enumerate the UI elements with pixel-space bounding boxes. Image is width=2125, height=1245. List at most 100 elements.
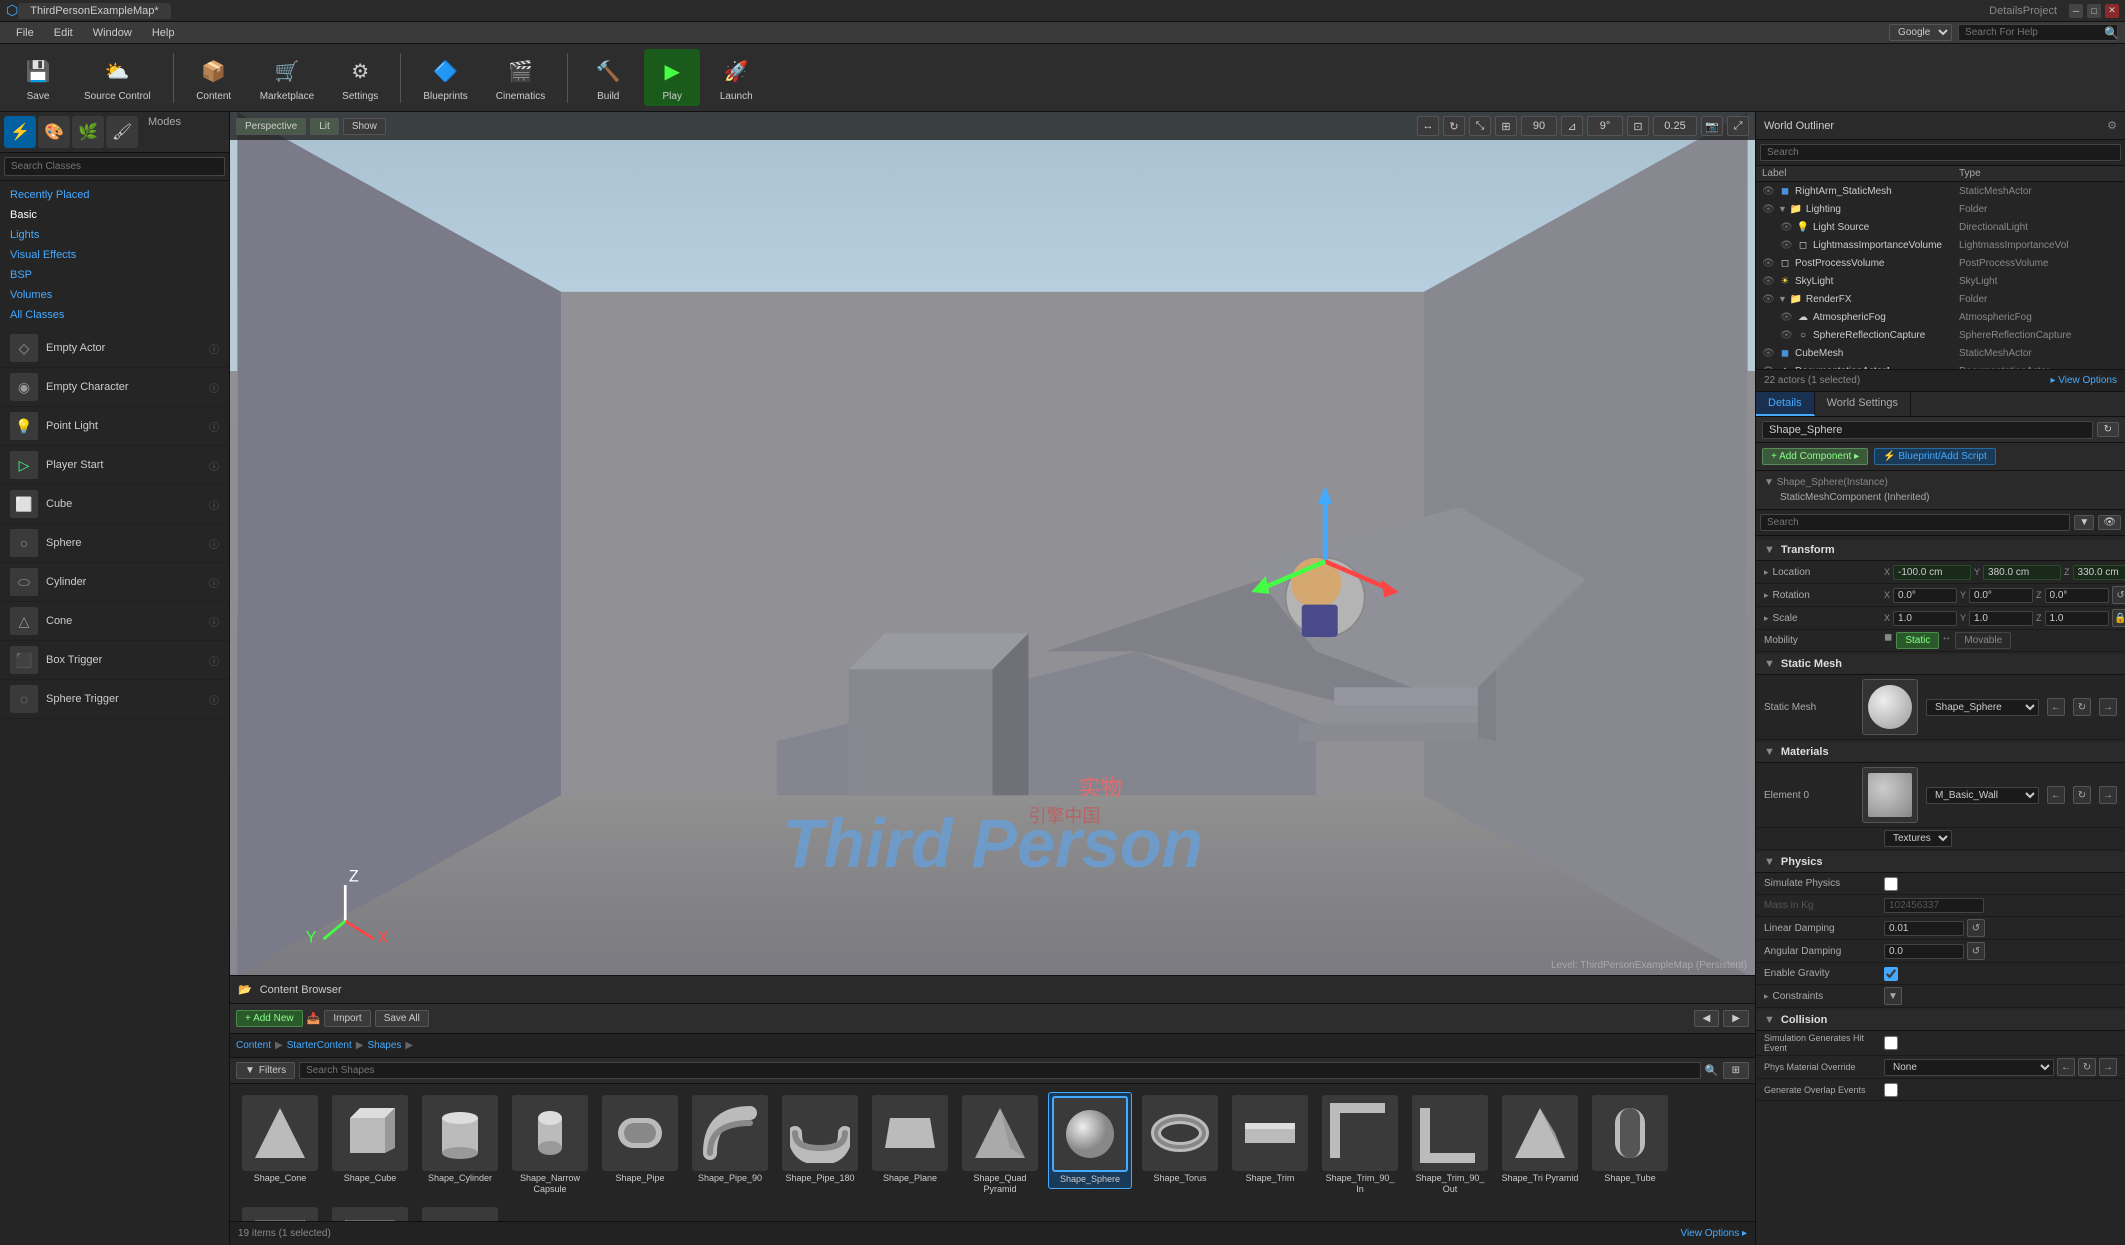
asset-item[interactable]: Shape_Trim_90_ In	[1318, 1092, 1402, 1198]
asset-item[interactable]: Shape_Quad Pyramid	[958, 1092, 1042, 1198]
bc-shapes[interactable]: Shapes	[367, 1040, 401, 1051]
outliner-item[interactable]: 👁 ☁ AtmosphericFog AtmosphericFog	[1756, 308, 2125, 326]
list-item[interactable]: ⬛ Box Trigger ⓘ	[0, 641, 229, 680]
maximize-btn[interactable]: □	[2087, 4, 2101, 18]
angular-damping-reset[interactable]: ↺	[1967, 942, 1985, 960]
category-lights[interactable]: Lights	[0, 225, 229, 245]
show-btn[interactable]: Show	[343, 118, 386, 135]
textures-dropdown[interactable]: Textures	[1884, 830, 1952, 847]
outliner-settings-icon[interactable]: ⚙	[2107, 119, 2117, 132]
details-search-input[interactable]	[1760, 514, 2070, 531]
google-dropdown[interactable]: Google	[1889, 24, 1952, 41]
outliner-item[interactable]: 👁 💡 Light Source DirectionalLight	[1756, 218, 2125, 236]
info-icon[interactable]: ⓘ	[209, 341, 219, 356]
asset-item[interactable]: Shape_Trim_90_ Out	[1408, 1092, 1492, 1198]
vp-scale-snap[interactable]: ⊡	[1627, 116, 1649, 136]
mesh-browse-btn[interactable]: ←	[2047, 698, 2065, 716]
enable-gravity-checkbox[interactable]	[1884, 967, 1898, 981]
outliner-search-input[interactable]	[1760, 144, 2121, 161]
bc-starter-content[interactable]: StarterContent	[287, 1040, 352, 1051]
cinematics-button[interactable]: 🎬 Cinematics	[486, 49, 555, 106]
info-icon[interactable]: ⓘ	[209, 692, 219, 707]
blueprints-button[interactable]: 🔷 Blueprints	[413, 49, 477, 106]
scene-view[interactable]: Z X Y Third Person 实物 引擎中国 Level: ThirdP…	[230, 112, 1755, 975]
vp-translate-icon[interactable]: ↔	[1417, 116, 1439, 136]
list-item[interactable]: △ Cone ⓘ	[0, 602, 229, 641]
vp-grid-icon[interactable]: ⊞	[1495, 116, 1517, 136]
info-icon[interactable]: ⓘ	[209, 419, 219, 434]
asset-item[interactable]: Shape_Cube	[328, 1092, 412, 1187]
outliner-item[interactable]: 👁 ◼ CubeMesh StaticMeshActor	[1756, 344, 2125, 362]
object-name-input[interactable]	[1762, 421, 2093, 439]
info-icon[interactable]: ⓘ	[209, 536, 219, 551]
asset-item[interactable]: Shape_Pipe_90	[688, 1092, 772, 1187]
sim-hit-checkbox[interactable]	[1884, 1036, 1898, 1050]
outliner-view-options[interactable]: ▸ View Options	[2050, 375, 2117, 386]
category-basic[interactable]: Basic	[0, 205, 229, 225]
tab-details[interactable]: Details	[1756, 392, 1815, 416]
expand-icon[interactable]: ▼	[1778, 294, 1787, 304]
viewport[interactable]: Perspective Lit Show ↔ ↻ ⤡ ⊞ 90 ⊿ 9° ⊡ 0…	[230, 112, 1755, 975]
outliner-item[interactable]: 👁 ◻ PostProcessVolume PostProcessVolume	[1756, 254, 2125, 272]
info-icon[interactable]: ⓘ	[209, 653, 219, 668]
lit-btn[interactable]: Lit	[310, 118, 339, 135]
outliner-item[interactable]: 👁 ◇ DocumentationActor1 DocumentationAct…	[1756, 362, 2125, 369]
mode-brush[interactable]: 🖌	[106, 116, 138, 148]
linear-damping-reset[interactable]: ↺	[1967, 919, 1985, 937]
list-item[interactable]: ○ Sphere ⓘ	[0, 524, 229, 563]
asset-item[interactable]: Shape_Tube	[1588, 1092, 1672, 1187]
menu-edit[interactable]: Edit	[44, 25, 83, 41]
component-root[interactable]: ▼ Shape_Sphere(Instance)	[1764, 475, 2117, 490]
menu-help[interactable]: Help	[142, 25, 185, 41]
category-visual-effects[interactable]: Visual Effects	[0, 245, 229, 265]
list-item[interactable]: ⬜ Cube ⓘ	[0, 485, 229, 524]
outliner-item[interactable]: 👁 ◻ LightmassImportanceVolume LightmassI…	[1756, 236, 2125, 254]
vp-scale-icon[interactable]: ⤡	[1469, 116, 1491, 136]
vp-scale-val[interactable]: 0.25	[1653, 116, 1697, 136]
physics-header[interactable]: ▼ Physics	[1756, 852, 2125, 873]
location-x-input[interactable]	[1893, 565, 1971, 580]
asset-item[interactable]: Shape_Wide Capsule	[418, 1204, 502, 1221]
mesh-nav-btn[interactable]: →	[2099, 698, 2117, 716]
minimize-btn[interactable]: ─	[2069, 4, 2083, 18]
expand-icon[interactable]: ▼	[1778, 204, 1787, 214]
mesh-use-btn[interactable]: ↻	[2073, 698, 2091, 716]
category-volumes[interactable]: Volumes	[0, 285, 229, 305]
bc-content[interactable]: Content	[236, 1040, 271, 1051]
outliner-item[interactable]: 👁 ○ SphereReflectionCapture SphereReflec…	[1756, 326, 2125, 344]
scale-x-input[interactable]	[1893, 611, 1957, 626]
location-y-input[interactable]	[1983, 565, 2061, 580]
asset-item[interactable]: Shape_Cone	[238, 1092, 322, 1187]
asset-item[interactable]: Shape_Sphere	[1048, 1092, 1132, 1189]
vp-camera-icon[interactable]: 📷	[1701, 116, 1723, 136]
asset-item[interactable]: Shape_Plane	[868, 1092, 952, 1187]
vp-angle-val[interactable]: 9°	[1587, 116, 1623, 136]
scale-z-input[interactable]	[2045, 611, 2109, 626]
filters-button[interactable]: ▼ Filters	[236, 1062, 295, 1079]
source-control-button[interactable]: ⛅ Source Control	[74, 49, 161, 106]
content-button[interactable]: 📦 Content	[186, 49, 242, 106]
outliner-item[interactable]: 👁 ▼ 📁 Lighting Folder	[1756, 200, 2125, 218]
perspective-btn[interactable]: Perspective	[236, 118, 306, 135]
cb-view-options[interactable]: View Options ▸	[1680, 1228, 1747, 1239]
category-bsp[interactable]: BSP	[0, 265, 229, 285]
material-select[interactable]: M_Basic_Wall	[1926, 787, 2039, 804]
mat-nav-btn[interactable]: →	[2099, 786, 2117, 804]
info-icon[interactable]: ⓘ	[209, 380, 219, 395]
asset-item[interactable]: Shape_Pipe	[598, 1092, 682, 1187]
vp-maximize-icon[interactable]: ⤢	[1727, 116, 1749, 136]
title-tab[interactable]: ThirdPersonExampleMap*	[18, 3, 170, 19]
search-classes-input[interactable]	[4, 157, 225, 176]
save-button[interactable]: 💾 Save	[10, 49, 66, 106]
mode-paint[interactable]: 🎨	[38, 116, 70, 148]
outliner-item[interactable]: 👁 ☀ SkyLight SkyLight	[1756, 272, 2125, 290]
list-item[interactable]: ◇ Empty Actor ⓘ	[0, 329, 229, 368]
help-search-icon[interactable]: 🔍	[2104, 26, 2119, 40]
simulate-physics-checkbox[interactable]	[1884, 877, 1898, 891]
movable-btn[interactable]: Movable	[1955, 632, 2011, 649]
save-all-button[interactable]: Save All	[375, 1010, 429, 1027]
vp-angle-snap[interactable]: ⊿	[1561, 116, 1583, 136]
phys-use-btn[interactable]: ↻	[2078, 1058, 2096, 1076]
mode-placement[interactable]: ⚡	[4, 116, 36, 148]
info-icon[interactable]: ⓘ	[209, 458, 219, 473]
